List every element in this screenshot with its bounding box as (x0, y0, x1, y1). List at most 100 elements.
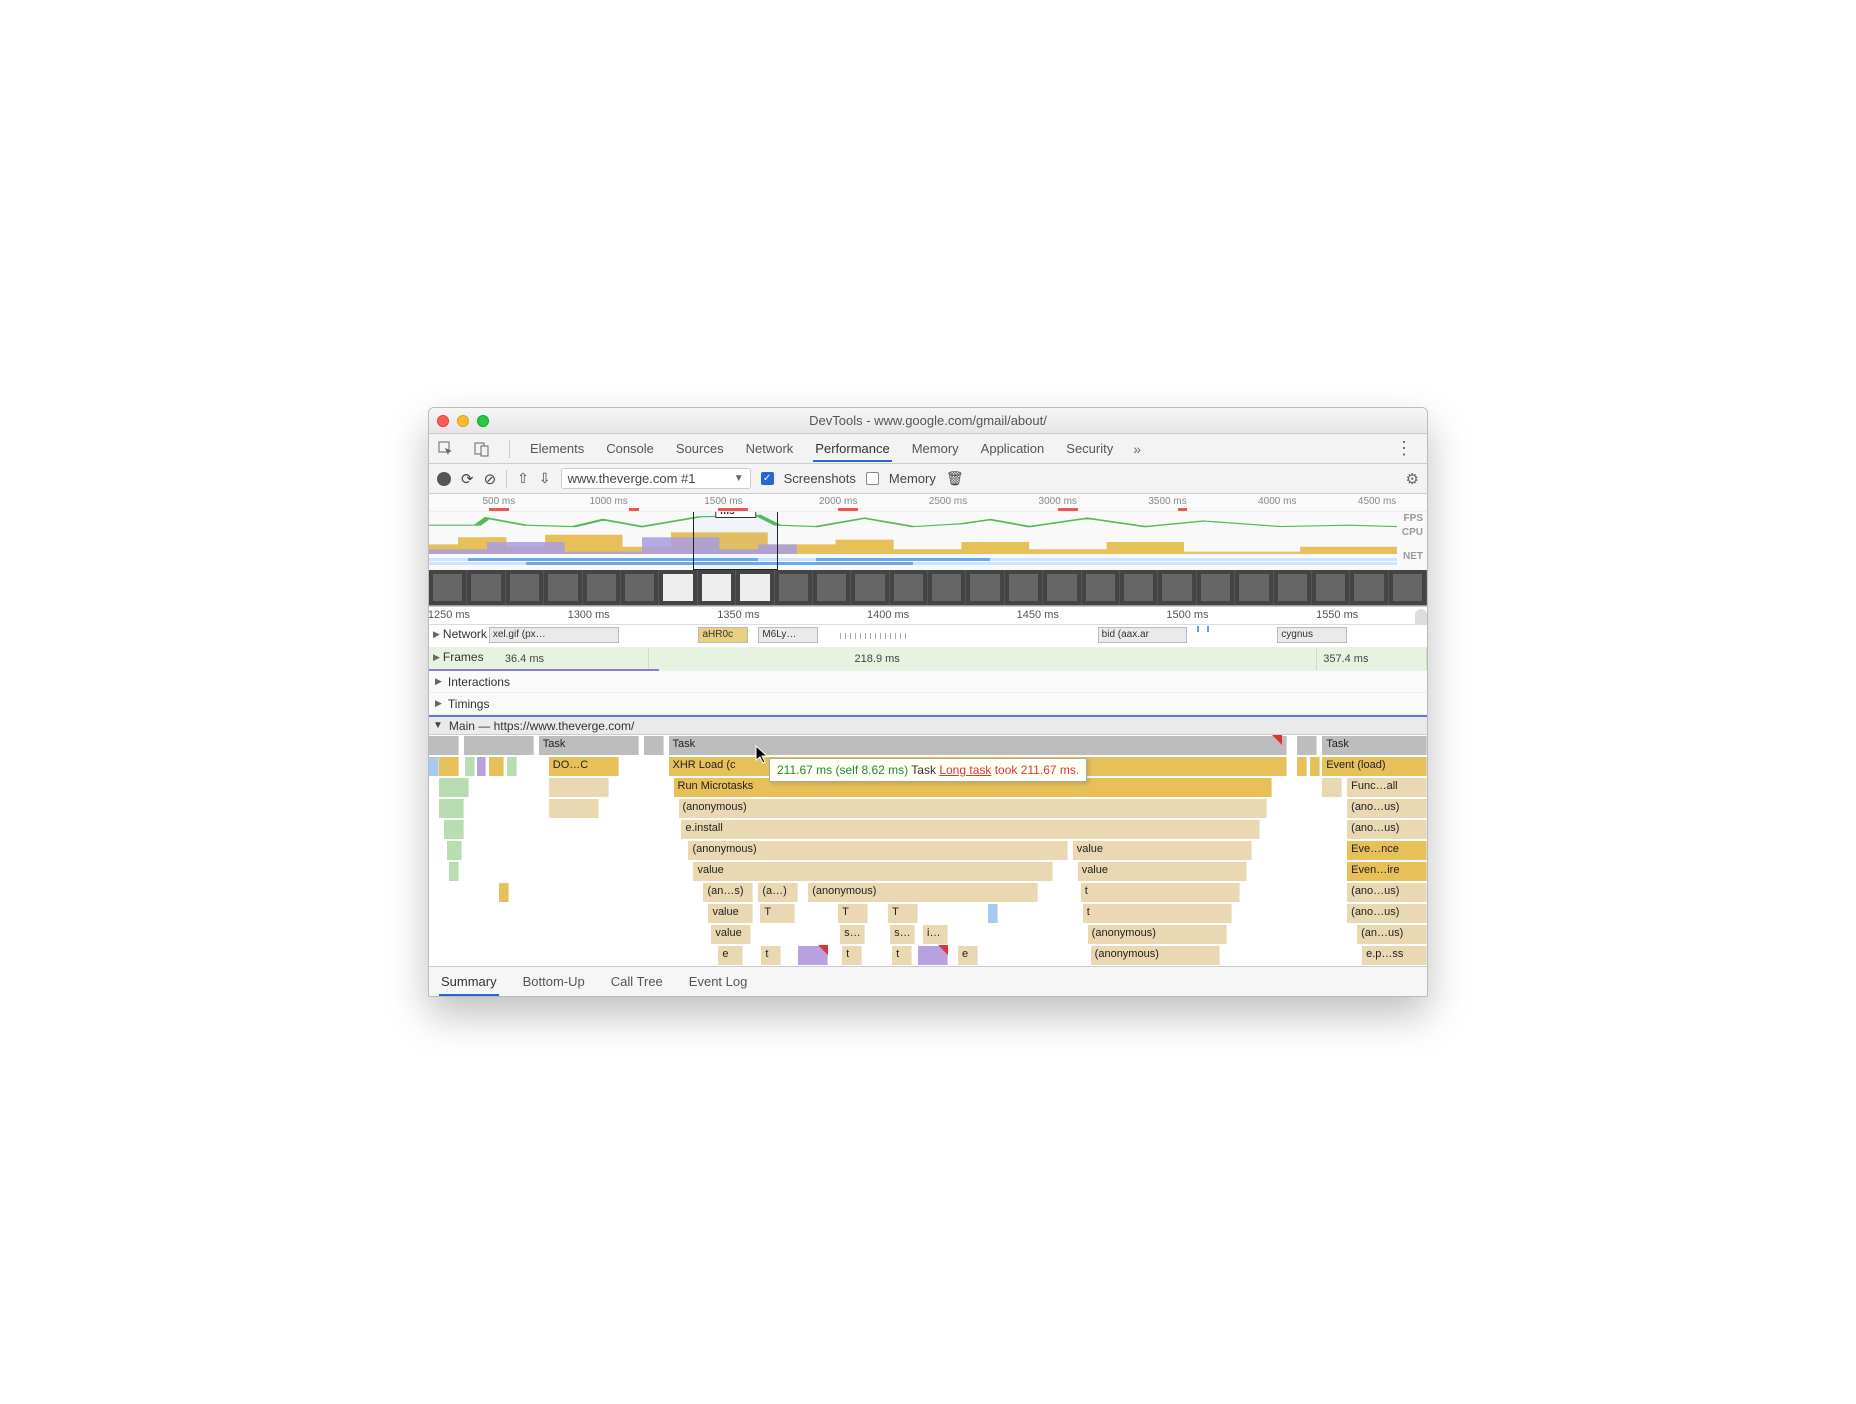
flame-block[interactable] (644, 736, 664, 755)
overview-pane[interactable]: 500 ms 1000 ms 1500 ms 2000 ms 2500 ms 3… (429, 494, 1427, 607)
flame-block[interactable]: t (761, 946, 781, 965)
screenshots-label: Screenshots (784, 471, 856, 486)
ov-tick: 3000 ms (1039, 496, 1077, 507)
tab-sources[interactable]: Sources (674, 435, 726, 462)
flame-block[interactable]: (an…us) (1357, 925, 1427, 944)
flame-block[interactable]: Task (1322, 736, 1427, 755)
clear-icon[interactable]: ⊘ (484, 470, 497, 488)
net-graph (429, 558, 1397, 567)
interactions-track[interactable]: ▶Interactions (429, 671, 1427, 693)
frame-segment[interactable]: 357.4 ms (1317, 648, 1427, 670)
flame-chart[interactable]: 1250 ms 1300 ms 1350 ms 1400 ms 1450 ms … (429, 607, 1427, 966)
reload-icon[interactable]: ⟳ (461, 470, 474, 488)
fps-label: FPS (1402, 512, 1423, 526)
devtools-tabs: Elements Console Sources Network Perform… (429, 434, 1427, 464)
flame-block[interactable]: t (1081, 883, 1241, 902)
flame-block[interactable]: t (1083, 904, 1233, 923)
titlebar: DevTools - www.google.com/gmail/about/ (429, 408, 1427, 434)
flame-ruler: 1250 ms 1300 ms 1350 ms 1400 ms 1450 ms … (429, 607, 1427, 625)
download-icon[interactable]: ⇩ (539, 470, 551, 487)
flame-block[interactable]: T (760, 904, 795, 923)
btab-eventlog[interactable]: Event Log (687, 967, 750, 996)
flame-block[interactable]: (anonymous) (1091, 946, 1221, 965)
devtools-window: DevTools - www.google.com/gmail/about/ E… (428, 407, 1428, 997)
screenshots-checkbox[interactable]: ✓ (761, 472, 774, 485)
net-item[interactable]: M6Ly… (758, 627, 818, 643)
flame-block[interactable]: Even…ire (1347, 862, 1427, 881)
recording-label: www.theverge.com #1 (568, 471, 696, 486)
flame-block[interactable]: (anonymous) (1088, 925, 1228, 944)
tab-network[interactable]: Network (744, 435, 796, 462)
inspect-icon[interactable] (437, 440, 455, 458)
btab-calltree[interactable]: Call Tree (609, 967, 665, 996)
flame-block[interactable]: Event (load) (1322, 757, 1427, 776)
flame-block[interactable]: DO…C (549, 757, 619, 776)
fl-tick: 1450 ms (1017, 609, 1059, 621)
flame-block[interactable]: i… (923, 925, 948, 944)
flame-block[interactable]: value (1078, 862, 1248, 881)
flame-block[interactable]: (an…s) (703, 883, 753, 902)
main-thread-header[interactable]: ▼Main — https://www.theverge.com/ (429, 715, 1427, 735)
flame-block[interactable] (1297, 736, 1317, 755)
expand-icon[interactable]: ▶ (433, 652, 440, 663)
flame-block[interactable]: e (718, 946, 743, 965)
menu-dots-icon[interactable]: ⋮ (1389, 434, 1419, 463)
more-tabs-icon[interactable]: » (1133, 441, 1141, 457)
flame-block[interactable]: (a…) (758, 883, 798, 902)
flame-block[interactable]: s… (840, 925, 865, 944)
memory-checkbox[interactable] (866, 472, 879, 485)
record-button[interactable] (437, 472, 451, 486)
timings-track[interactable]: ▶Timings (429, 693, 1427, 715)
memory-label: Memory (889, 471, 936, 486)
flame-block[interactable]: e.install (681, 820, 1260, 839)
cursor-icon (755, 745, 769, 765)
flame-block[interactable]: (ano…us) (1347, 904, 1427, 923)
tab-performance[interactable]: Performance (813, 435, 891, 462)
upload-icon[interactable]: ⇧ (517, 470, 529, 487)
expand-icon[interactable]: ▶ (433, 629, 440, 640)
frame-segment[interactable]: 218.9 ms (649, 648, 1318, 670)
flame-block[interactable]: (anonymous) (679, 799, 1268, 818)
flame-block[interactable] (429, 736, 459, 755)
tab-application[interactable]: Application (979, 435, 1047, 462)
device-toggle-icon[interactable] (473, 440, 491, 458)
flame-block[interactable]: value (693, 862, 1052, 881)
fl-tick: 1350 ms (717, 609, 759, 621)
frame-segment[interactable]: 36.4 ms (499, 648, 649, 670)
flame-block[interactable]: (ano…us) (1347, 883, 1427, 902)
flame-block[interactable]: (ano…us) (1347, 820, 1427, 839)
flame-block[interactable]: T (838, 904, 868, 923)
tab-elements[interactable]: Elements (528, 435, 586, 462)
btab-summary[interactable]: Summary (439, 967, 499, 996)
flame-block[interactable]: value (1073, 841, 1253, 860)
flame-block[interactable] (464, 736, 534, 755)
btab-bottomup[interactable]: Bottom-Up (521, 967, 587, 996)
net-item[interactable]: cygnus (1277, 627, 1347, 643)
overview-selection[interactable]: 1500 ms (693, 512, 778, 570)
net-item[interactable]: bid (aax.ar (1098, 627, 1188, 643)
flame-block[interactable]: T (888, 904, 918, 923)
tab-console[interactable]: Console (604, 435, 656, 462)
flame-block[interactable]: Func…all (1347, 778, 1427, 797)
flame-block[interactable]: s… (890, 925, 915, 944)
net-item[interactable]: xel.gif (px… (489, 627, 619, 643)
flame-block[interactable]: e.p…ss (1362, 946, 1427, 965)
flame-block[interactable]: Eve…nce (1347, 841, 1427, 860)
recording-select[interactable]: www.theverge.com #1 ▼ (561, 468, 751, 489)
trash-icon[interactable]: 🗑 (946, 470, 964, 487)
flame-block[interactable]: t (842, 946, 862, 965)
flame-block[interactable]: (ano…us) (1347, 799, 1427, 818)
net-item[interactable]: aHR0c (698, 627, 748, 643)
flame-block[interactable]: value (711, 925, 751, 944)
flame-block[interactable]: value (708, 904, 753, 923)
tab-security[interactable]: Security (1064, 435, 1115, 462)
flame-block[interactable]: (anonymous) (688, 841, 1067, 860)
tab-memory[interactable]: Memory (910, 435, 961, 462)
ov-tick: 3500 ms (1148, 496, 1186, 507)
flame-block[interactable]: t (892, 946, 912, 965)
settings-icon[interactable]: ⚙ (1406, 470, 1419, 488)
filmstrip[interactable] (429, 570, 1427, 606)
flame-block[interactable]: Task (539, 736, 639, 755)
flame-block[interactable]: e (958, 946, 978, 965)
flame-block[interactable]: (anonymous) (808, 883, 1038, 902)
